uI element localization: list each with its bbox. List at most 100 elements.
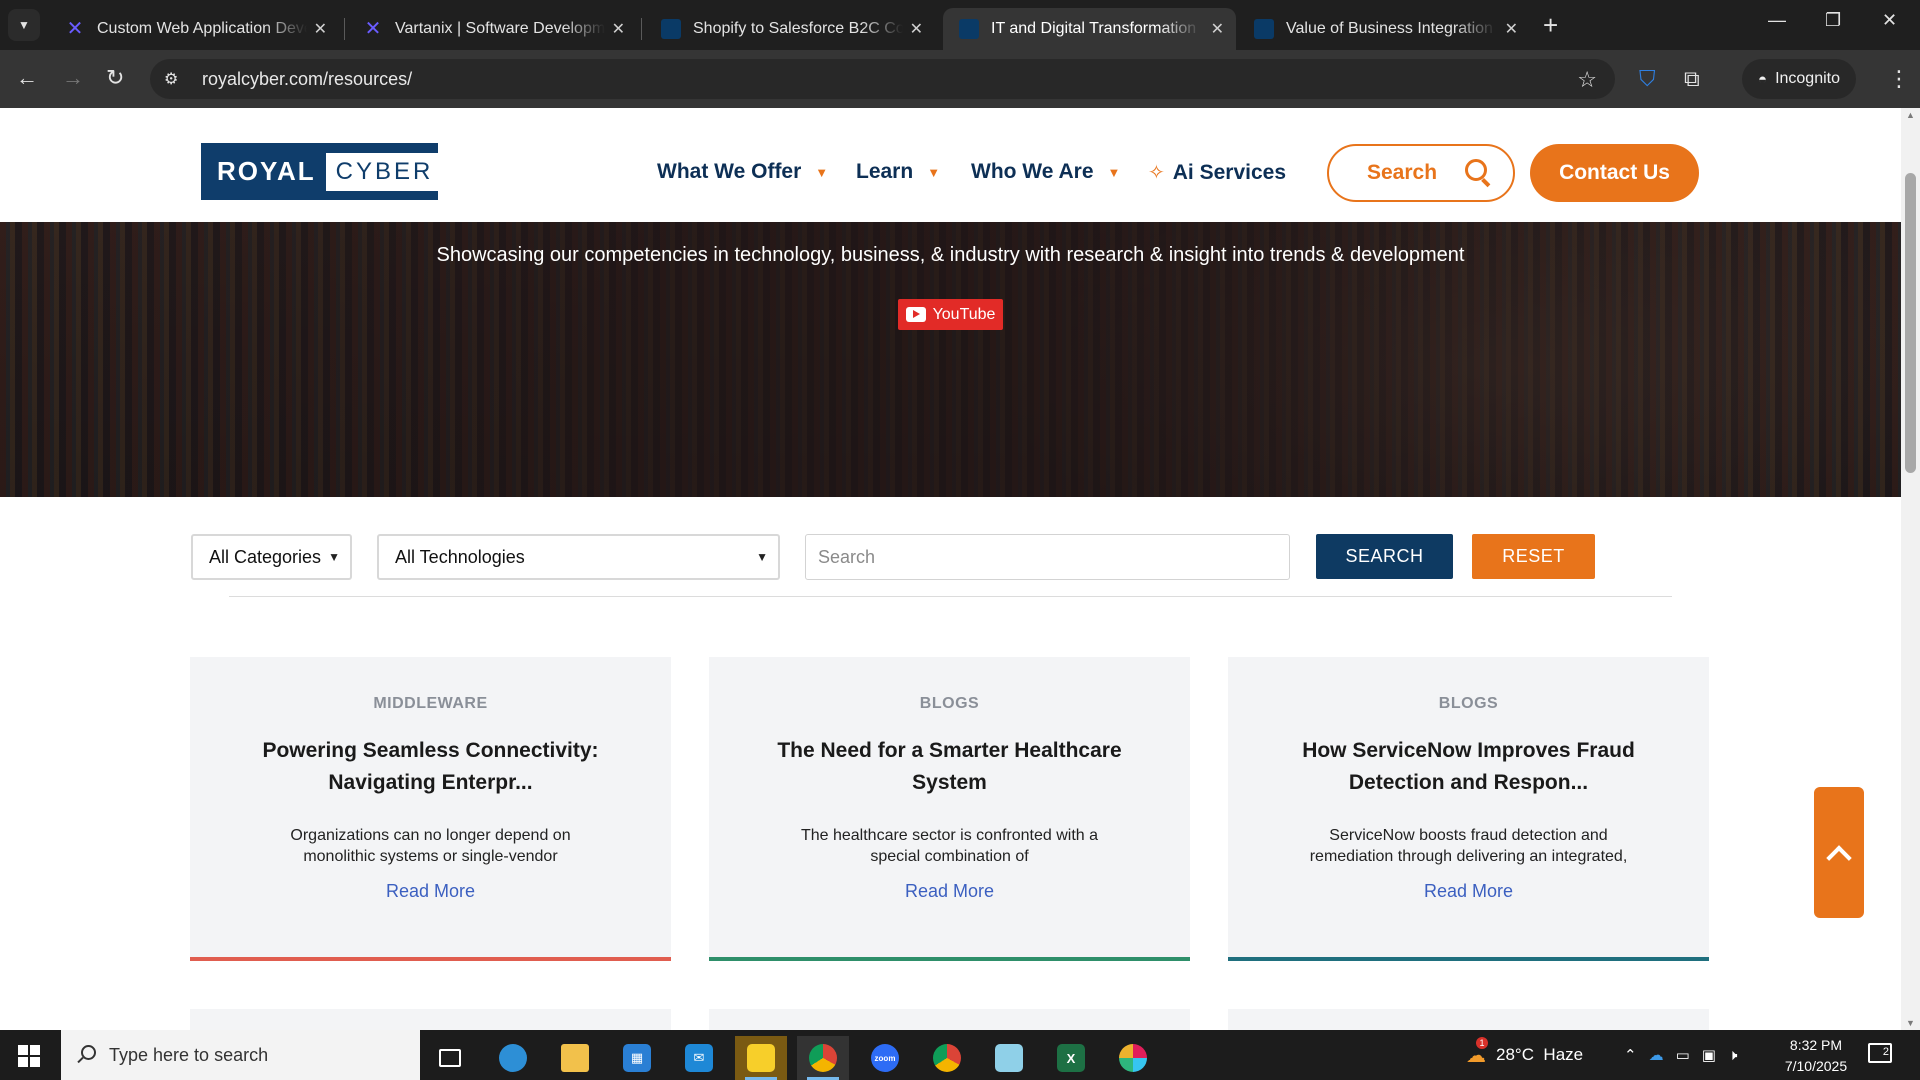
- back-arrow-icon[interactable]: ←: [16, 65, 38, 91]
- card-title[interactable]: Powering Seamless Connectivity: Navigati…: [250, 735, 611, 799]
- task-view-icon[interactable]: [424, 1036, 476, 1080]
- royal-cyber-logo[interactable]: ROYAL CYBER: [201, 143, 444, 200]
- browser-tab-active[interactable]: IT and Digital Transformation Re ✕: [943, 8, 1236, 50]
- taskbar-search-box[interactable]: Type here to search: [61, 1030, 420, 1080]
- reset-button[interactable]: RESET: [1472, 534, 1595, 579]
- bookmark-star-icon[interactable]: ☆: [1577, 67, 1597, 93]
- minimize-icon[interactable]: —: [1768, 10, 1786, 31]
- windows-start-icon[interactable]: [18, 1045, 40, 1067]
- site-header: ROYAL CYBER What We Offer ▼ Learn ▼ Who …: [0, 108, 1901, 222]
- header-search-button[interactable]: Search: [1327, 144, 1515, 202]
- taskbar-clock[interactable]: 8:32 PM 7/10/2025: [1766, 1035, 1866, 1077]
- tab-title: Shopify to Salesforce B2C Com: [693, 20, 903, 37]
- hero-subtitle: Showcasing our competencies in technolog…: [436, 244, 1465, 266]
- resource-card[interactable]: MIDDLEWARE Powering Seamless Connectivit…: [190, 657, 671, 961]
- resource-card[interactable]: BLOGS The Need for a Smarter Healthcare …: [709, 657, 1190, 961]
- weather-badge: 1: [1476, 1036, 1488, 1049]
- forward-arrow-icon[interactable]: →: [62, 65, 84, 91]
- back-to-top-button[interactable]: [1814, 787, 1864, 918]
- sticky-notes-icon[interactable]: [735, 1036, 787, 1080]
- search-icon: [1465, 159, 1487, 181]
- nav-ai-services[interactable]: ✧ Ai Services: [1148, 160, 1286, 185]
- extensions-puzzle-icon[interactable]: ⧉: [1684, 66, 1700, 92]
- close-icon[interactable]: ✕: [314, 19, 327, 39]
- search-button[interactable]: SEARCH: [1316, 534, 1453, 579]
- chevron-down-icon: ▼: [927, 164, 941, 180]
- tab-separator: [641, 18, 642, 40]
- site-info-icon[interactable]: ⚙: [164, 69, 190, 89]
- url-text[interactable]: royalcyber.com/resources/: [202, 69, 412, 90]
- scroll-up-arrow-icon[interactable]: ▲: [1906, 110, 1915, 120]
- tab-search-button[interactable]: ▼: [8, 9, 40, 41]
- browser-tab[interactable]: ✕ Vartanix | Software Developmen ✕: [347, 8, 637, 50]
- contact-us-button[interactable]: Contact Us: [1530, 144, 1699, 202]
- chevron-up-icon[interactable]: ⌃: [1624, 1046, 1637, 1064]
- incognito-indicator[interactable]: ◓ Incognito: [1742, 59, 1856, 99]
- chrome-profile-icon[interactable]: [921, 1036, 973, 1080]
- browser-tab[interactable]: Value of Business Integration | I ✕: [1238, 8, 1530, 50]
- scrollbar-thumb[interactable]: [1905, 173, 1916, 473]
- youtube-button[interactable]: YouTube: [898, 299, 1003, 330]
- browser-menu-icon[interactable]: ⋮: [1888, 66, 1910, 92]
- read-more-link[interactable]: Read More: [1228, 881, 1709, 902]
- windows-taskbar: Type here to search ▦ ✉ zoom X ☁ 1 28°C H…: [0, 1030, 1920, 1080]
- resource-card-partial[interactable]: [709, 1009, 1190, 1030]
- youtube-play-icon: [905, 307, 926, 322]
- close-icon[interactable]: ✕: [612, 19, 625, 39]
- x-logo-icon: ✕: [66, 18, 84, 40]
- excel-icon[interactable]: X: [1045, 1036, 1097, 1080]
- scroll-down-arrow-icon[interactable]: ▼: [1906, 1018, 1915, 1028]
- browser-tab[interactable]: Shopify to Salesforce B2C Com ✕: [645, 8, 935, 50]
- read-more-link[interactable]: Read More: [709, 881, 1190, 902]
- shield-extension-icon[interactable]: ⛉: [1639, 66, 1656, 92]
- card-excerpt: The healthcare sector is confronted with…: [800, 827, 1099, 865]
- edge-browser-icon[interactable]: [487, 1036, 539, 1080]
- close-icon[interactable]: ✕: [910, 19, 923, 39]
- category-select[interactable]: All Categories ▼: [191, 534, 352, 580]
- taskbar-search-placeholder: Type here to search: [109, 1044, 269, 1065]
- notification-center-icon[interactable]: 2: [1868, 1043, 1892, 1063]
- chevron-down-icon: ▼: [756, 550, 768, 564]
- nav-what-we-offer[interactable]: What We Offer ▼: [657, 160, 828, 184]
- tab-title: Custom Web Application Devel: [97, 20, 307, 37]
- reload-icon[interactable]: ↻: [106, 65, 124, 91]
- card-accent-bar: [190, 957, 671, 961]
- resource-card[interactable]: BLOGS How ServiceNow Improves Fraud Dete…: [1228, 657, 1709, 961]
- close-icon[interactable]: ✕: [1211, 19, 1224, 39]
- address-bar[interactable]: ⚙ royalcyber.com/resources/ ☆: [150, 59, 1615, 99]
- chrome-icon[interactable]: [797, 1036, 849, 1080]
- lightbulb-icon: ✧: [1148, 162, 1165, 184]
- technology-select[interactable]: All Technologies ▼: [377, 534, 780, 580]
- chevron-up-icon: [1826, 844, 1852, 871]
- card-accent-bar: [1228, 957, 1709, 961]
- resource-card-partial[interactable]: [1228, 1009, 1709, 1030]
- restore-icon[interactable]: ❐: [1825, 10, 1841, 31]
- browser-tab[interactable]: ✕ Custom Web Application Devel ✕: [49, 8, 339, 50]
- notepad-icon[interactable]: [983, 1036, 1035, 1080]
- network-icon[interactable]: ▣: [1702, 1046, 1716, 1064]
- nav-who-we-are[interactable]: Who We Are ▼: [971, 160, 1120, 184]
- weather-widget[interactable]: ☁ 1 28°C Haze: [1466, 1030, 1583, 1080]
- microsoft-store-icon[interactable]: ▦: [611, 1036, 663, 1080]
- resource-card-partial[interactable]: [190, 1009, 671, 1030]
- close-window-icon[interactable]: ✕: [1882, 10, 1897, 31]
- browser-toolbar: ← → ↻ ⚙ royalcyber.com/resources/ ☆ ⛉ ⧉ …: [0, 50, 1920, 108]
- nav-label: Who We Are: [971, 160, 1094, 183]
- header-search-label: Search: [1367, 161, 1438, 184]
- new-tab-button[interactable]: +: [1543, 12, 1558, 38]
- card-title[interactable]: The Need for a Smarter Healthcare System: [769, 735, 1130, 799]
- mail-icon[interactable]: ✉: [673, 1036, 725, 1080]
- page-viewport: g Showcasing our competencies in technol…: [0, 108, 1920, 1030]
- zoom-icon[interactable]: zoom: [859, 1036, 911, 1080]
- volume-mute-icon[interactable]: 🕨: [1728, 1047, 1737, 1064]
- read-more-link[interactable]: Read More: [190, 881, 671, 902]
- page-scrollbar[interactable]: ▲ ▼: [1901, 108, 1920, 1030]
- resource-search-input[interactable]: Search: [805, 534, 1290, 580]
- battery-icon[interactable]: ▭: [1676, 1046, 1690, 1064]
- close-icon[interactable]: ✕: [1505, 19, 1518, 39]
- file-explorer-icon[interactable]: [549, 1036, 601, 1080]
- slack-icon[interactable]: [1107, 1036, 1159, 1080]
- onedrive-icon[interactable]: ☁: [1649, 1046, 1664, 1064]
- card-title[interactable]: How ServiceNow Improves Fraud Detection …: [1288, 735, 1649, 799]
- nav-learn[interactable]: Learn ▼: [856, 160, 940, 184]
